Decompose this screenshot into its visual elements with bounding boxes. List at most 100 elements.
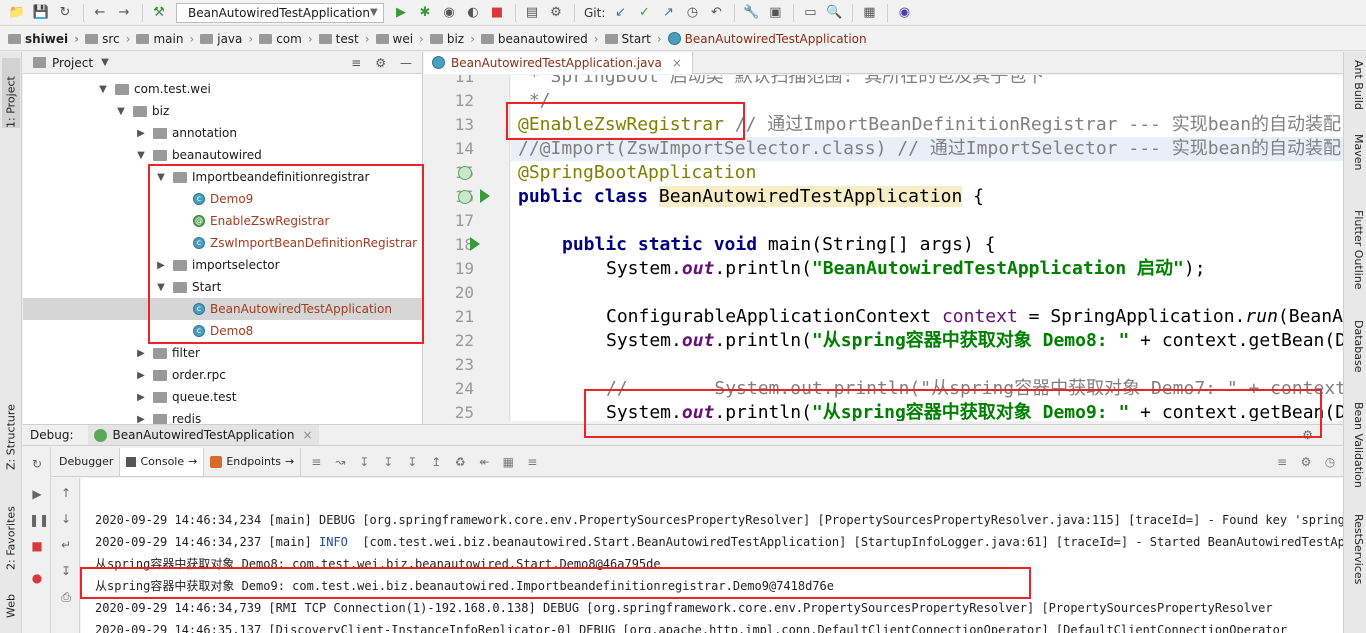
run-gutter-icon[interactable]	[480, 189, 490, 203]
soft-wrap-icon[interactable]: ↵	[58, 538, 74, 554]
scroll-to-end-icon[interactable]: ↧	[58, 564, 74, 580]
chevron-down-icon[interactable]: ▼	[101, 57, 109, 68]
tool-tab-maven[interactable]: Maven	[1347, 134, 1365, 190]
pause-icon[interactable]: ❚❚	[29, 513, 49, 529]
expand-arrow-icon[interactable]: ▼	[115, 106, 127, 117]
tree-item[interactable]: ▶ annotation	[23, 122, 423, 144]
tool-tab-rest-services[interactable]: RestServices	[1347, 514, 1365, 614]
tab-debugger[interactable]: Debugger	[53, 447, 121, 476]
git-update-icon[interactable]: ↙	[609, 2, 631, 24]
tree-item-selected[interactable]: c BeanAutowiredTestApplication	[23, 298, 423, 320]
sync-icon[interactable]: ↻	[54, 2, 76, 24]
collapse-all-icon[interactable]: ≡	[351, 56, 361, 70]
breadcrumb-item[interactable]: wei ›	[375, 32, 424, 46]
layout-icon[interactable]: ≡	[307, 453, 325, 471]
tasks-icon[interactable]: ▦	[858, 2, 880, 24]
tool-tab-bean-validation[interactable]: Bean Validation	[1347, 402, 1365, 498]
close-icon[interactable]: ×	[672, 56, 682, 70]
tool-tab-database[interactable]: Database	[1347, 320, 1365, 390]
rollback-icon[interactable]: ↶	[705, 2, 727, 24]
collapse-arrow-icon[interactable]: ▶	[135, 392, 147, 403]
breadcrumb-item[interactable]: java ›	[200, 32, 253, 46]
breadcrumb-item[interactable]: biz ›	[429, 32, 475, 46]
tree-item[interactable]: ▼ biz	[23, 100, 423, 122]
show-execution-point-icon[interactable]: ↝	[331, 453, 349, 471]
open-icon[interactable]: 📁	[6, 2, 28, 24]
trace-icon[interactable]: ≡	[523, 453, 541, 471]
breadcrumb-item[interactable]: src ›	[85, 32, 130, 46]
tree-item[interactable]: ▶ order.rpc	[23, 364, 423, 386]
tool-tab-flutter-outline[interactable]: Flutter Outline	[1347, 210, 1365, 310]
stop-icon[interactable]: ■	[29, 539, 45, 555]
run-config-select[interactable]: BeanAutowiredTestApplication ▼	[176, 2, 384, 23]
tree-item[interactable]: ▶ queue.test	[23, 386, 423, 408]
breadcrumb-item[interactable]: beanautowired ›	[480, 32, 599, 46]
gear-icon[interactable]: ⚙	[1302, 428, 1313, 442]
profile-icon[interactable]: ◐	[462, 2, 484, 24]
plugin-icon[interactable]: ◉	[893, 2, 915, 24]
tree-item[interactable]: ▶ filter	[23, 342, 423, 364]
step-out-icon[interactable]: ↥	[427, 453, 445, 471]
tree-item[interactable]: ▼ beanautowired	[23, 144, 423, 166]
tree-item[interactable]: ▶ importselector	[23, 254, 423, 276]
breadcrumb-item[interactable]: test ›	[318, 32, 370, 46]
save-all-icon[interactable]: 💾	[30, 2, 52, 24]
memory-indicator-icon[interactable]: ◷	[1321, 453, 1339, 471]
history-icon[interactable]: ◷	[681, 2, 703, 24]
tree-item[interactable]: ▼ com.test.wei	[23, 78, 423, 100]
tree-item[interactable]: c Demo8	[23, 320, 423, 342]
gear-icon[interactable]: ⚙	[375, 56, 386, 70]
terminal-icon[interactable]: ▭	[799, 2, 821, 24]
print-icon[interactable]: ⎙	[58, 590, 74, 606]
run-icon[interactable]: ▶	[390, 2, 412, 24]
collapse-arrow-icon[interactable]: ▶	[135, 348, 147, 359]
tree-item[interactable]: @ EnableZswRegistrar	[23, 210, 423, 232]
git-push-icon[interactable]: ↗	[657, 2, 679, 24]
search-icon[interactable]: 🔍	[823, 2, 845, 24]
breadcrumb-item[interactable]: shiwei ›	[8, 32, 79, 46]
step-over-icon[interactable]: ↧	[355, 453, 373, 471]
tab-console[interactable]: Console →	[120, 447, 205, 476]
coverage-icon[interactable]: ◉	[438, 2, 460, 24]
tab-endpoints[interactable]: Endpoints →	[204, 447, 302, 476]
tab-bean-autowired-test-application[interactable]: BeanAutowiredTestApplication.java ×	[424, 51, 693, 74]
rerun-icon[interactable]: ↻	[29, 457, 45, 473]
breadcrumb-item[interactable]: main ›	[136, 32, 194, 46]
back-icon[interactable]: ←	[89, 2, 111, 24]
git-commit-icon[interactable]: ✓	[633, 2, 655, 24]
console-output[interactable]: 2020-09-29 14:46:34,234 [main] DEBUG [or…	[81, 478, 1343, 633]
expand-arrow-icon[interactable]: ▼	[135, 150, 147, 161]
debug-icon[interactable]: ✱	[414, 2, 436, 24]
tool-tab-favorites[interactable]: 2: Favorites	[2, 484, 20, 570]
tool-tab-web[interactable]: Web	[2, 578, 20, 618]
expand-arrow-icon[interactable]: ▼	[155, 282, 167, 293]
project-panel-title[interactable]: Project	[52, 56, 93, 70]
tree-item[interactable]: ▼ Start	[23, 276, 423, 298]
drop-frame-icon[interactable]: ♻	[451, 453, 469, 471]
force-step-into-icon[interactable]: ↧	[403, 453, 421, 471]
collapse-arrow-icon[interactable]: ▶	[155, 260, 167, 271]
breadcrumb-item[interactable]: com ›	[259, 32, 313, 46]
spring-bean-gutter-icon[interactable]	[458, 166, 472, 180]
restore-layout-icon[interactable]: ≡	[1273, 453, 1291, 471]
scroll-down-icon[interactable]: ↓	[58, 512, 74, 528]
tool-tab-ant-build[interactable]: Ant Build	[1347, 60, 1365, 120]
tree-item[interactable]: ▼ Importbeandefinitionregistrar	[23, 166, 423, 188]
collapse-arrow-icon[interactable]: ▶	[135, 128, 147, 139]
forward-icon[interactable]: →	[113, 2, 135, 24]
run-gutter-icon[interactable]	[470, 237, 480, 251]
evaluate-icon[interactable]: ▦	[499, 453, 517, 471]
tool-tab-structure[interactable]: Z: Structure	[2, 390, 20, 470]
code-editor[interactable]: * SpringBoot 启动类 默认扫描范围: 其所在的包及其子包下 */ @…	[511, 75, 1343, 421]
vcs-update-icon[interactable]: ▤	[521, 2, 543, 24]
project-structure-icon[interactable]: ▣	[764, 2, 786, 24]
settings-icon[interactable]: ⚙	[1297, 453, 1315, 471]
tree-item[interactable]: c Demo9	[23, 188, 423, 210]
debug-session-tab[interactable]: BeanAutowiredTestApplication ×	[87, 425, 319, 445]
settings-wrench-icon[interactable]: 🔧	[740, 2, 762, 24]
collapse-arrow-icon[interactable]: ▶	[135, 414, 147, 425]
resume-icon[interactable]: ▶	[29, 487, 45, 503]
step-into-icon[interactable]: ↧	[379, 453, 397, 471]
close-icon[interactable]: ×	[302, 428, 312, 442]
vcs-settings-icon[interactable]: ⚙	[545, 2, 567, 24]
